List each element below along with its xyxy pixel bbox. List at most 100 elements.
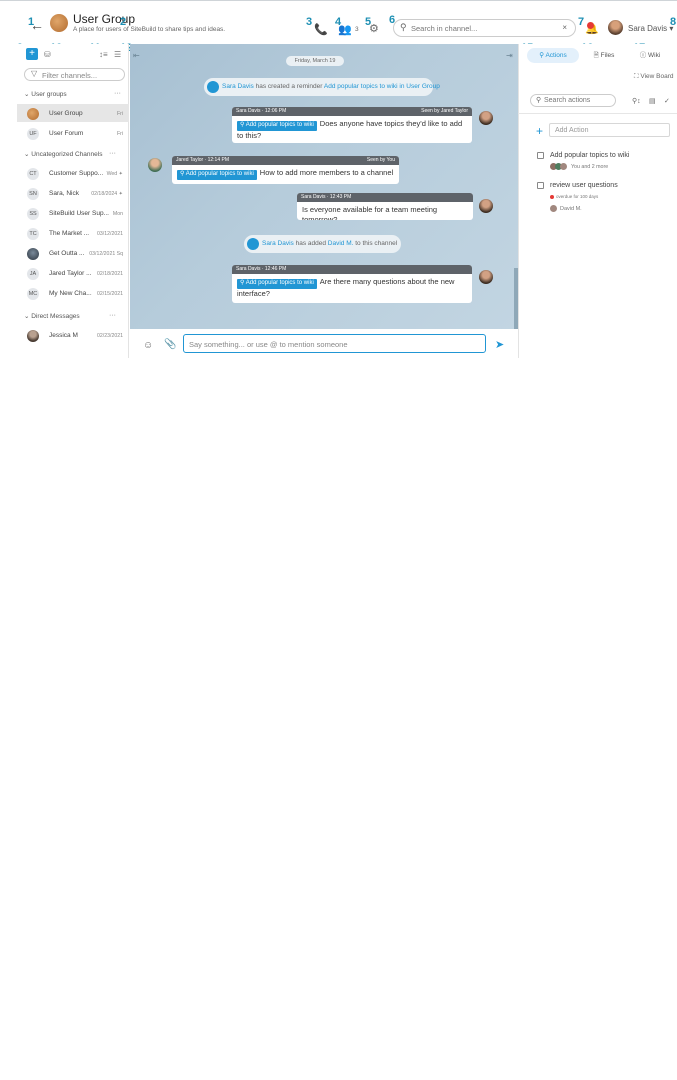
message-bubble[interactable]: Sara Davis · 12:46 PM ⚲ Add popular topi…	[232, 265, 472, 303]
action-tag[interactable]: ⚲ Add popular topics to wiki	[237, 121, 317, 131]
filter-list-icon[interactable]: ☰	[114, 50, 121, 59]
sender-avatar	[479, 111, 493, 125]
message-input[interactable]: Say something... or use @ to mention som…	[183, 334, 486, 353]
marker-4: 4	[335, 16, 342, 28]
actor-link[interactable]: Sara Davis	[262, 240, 294, 247]
search-icon: ⚲	[400, 22, 407, 32]
sort-actions-icon[interactable]: ⚲↕	[632, 97, 641, 105]
dm-row[interactable]: Jessica M 02/23/2021	[17, 326, 129, 344]
action-title[interactable]: Add popular topics to wiki	[550, 152, 629, 159]
channel-date: Mon	[112, 211, 123, 217]
lightbulb-icon: ⚲	[539, 52, 544, 59]
channel-avatar	[27, 108, 39, 120]
group-icon	[247, 238, 259, 250]
section-uncategorized[interactable]: ⌄ Uncategorized Channels ···	[24, 150, 129, 162]
collapse-right-icon[interactable]: ⇥	[506, 51, 513, 60]
clear-search-icon[interactable]: ×	[562, 23, 567, 32]
channel-row[interactable]: UF User Forum Fri	[17, 124, 129, 142]
tab-wiki[interactable]: ⓘ Wiki	[630, 48, 670, 63]
user-menu[interactable]: Sara Davis ▾	[628, 24, 673, 33]
message-header: Sara Davis · 12:43 PM	[297, 193, 473, 202]
action-tag[interactable]: ⚲ Add popular topics to wiki	[177, 170, 257, 180]
search-placeholder: Search in channel...	[411, 24, 478, 33]
add-action-input[interactable]: Add Action	[549, 123, 670, 137]
message-header: Sara Davis · 12:46 PM	[232, 265, 472, 274]
add-action-plus-icon[interactable]: +	[536, 124, 543, 138]
channel-name: Jared Taylor ...	[49, 270, 92, 277]
section-direct-messages[interactable]: ⌄ Direct Messages ···	[24, 312, 129, 324]
pin-icon: ✦	[118, 171, 123, 177]
filter-placeholder: Filter channels...	[42, 71, 98, 80]
channel-row[interactable]: User Group Fri	[17, 104, 129, 122]
user-avatar[interactable]	[608, 20, 623, 35]
calendar-icon[interactable]: ▤	[649, 97, 656, 105]
message-bubble[interactable]: Sara Davis · 12:43 PM Is everyone availa…	[297, 193, 473, 220]
message-bubble[interactable]: Sara Davis · 12:06 PM Seen by Jared Taylo…	[232, 107, 472, 143]
search-icon: ⚲	[536, 97, 542, 104]
channel-name: SiteBuild User Sup...	[49, 210, 109, 217]
channel-row[interactable]: CT Customer Suppo... Wed ✦	[17, 164, 129, 182]
phone-icon[interactable]: 📞	[314, 23, 328, 36]
channel-search-input[interactable]: ⚲ Search in channel... ×	[393, 19, 576, 37]
attachment-icon[interactable]: 📎	[164, 339, 176, 350]
tab-files[interactable]: 🗎 Files	[584, 48, 624, 63]
more-options-icon[interactable]: ···	[114, 90, 121, 97]
filter-channels-input[interactable]: ▽ Filter channels...	[24, 68, 125, 81]
channel-avatar: UF	[27, 128, 39, 140]
message-header: Jared Taylor · 12:14 PM Seen by You	[172, 156, 399, 165]
message-body: ⚲ Add popular topics to wiki Does anyone …	[237, 119, 463, 140]
action-title[interactable]: review user questions	[550, 182, 618, 189]
message-bubble[interactable]: Jared Taylor · 12:14 PM Seen by You ⚲ Add…	[172, 156, 399, 184]
channel-row[interactable]: SN Sara, Nick 02/18/2024 ✦	[17, 184, 129, 202]
member-link[interactable]: David M.	[328, 240, 354, 247]
channel-name: My New Cha...	[49, 290, 92, 297]
channel-row[interactable]: JA Jared Taylor ... 02/18/2021	[17, 264, 129, 282]
channel-date: 02/18/2024 ✦	[91, 191, 123, 197]
message-header: Sara Davis · 12:06 PM Seen by Jared Taylo…	[232, 107, 472, 116]
send-icon[interactable]: ➤	[495, 338, 504, 351]
info-icon: ⓘ	[639, 52, 647, 59]
channel-name: User Forum	[49, 130, 84, 137]
overdue-text: overdue for 100 days	[556, 194, 599, 199]
overdue-dot	[550, 195, 554, 199]
chevron-down-icon: ⌄	[24, 313, 30, 320]
channel-row[interactable]: TC The Market ... 03/12/2021	[17, 224, 129, 242]
action-checkbox[interactable]	[537, 182, 544, 189]
channel-date: Fri	[116, 131, 123, 137]
channel-row[interactable]: Get Outta ... 03/12/2021 Sq	[17, 244, 129, 262]
view-board-button[interactable]: ⛶ View Board	[634, 73, 674, 81]
action-tag[interactable]: ⚲ Add popular topics to wiki	[237, 279, 317, 289]
add-channel-button[interactable]: +	[26, 48, 38, 60]
message-body: Is everyone available for a team meeting…	[302, 205, 438, 220]
more-options-icon[interactable]: ···	[109, 312, 116, 319]
channel-row[interactable]: MC My New Cha... 02/15/2021	[17, 284, 129, 302]
dm-avatar	[27, 330, 39, 342]
channel-stack-icon[interactable]: ⛁	[44, 50, 51, 59]
dm-date: 02/23/2021	[97, 333, 123, 339]
search-actions-input[interactable]: ⚲ Search actions	[530, 94, 616, 107]
marker-8: 8	[670, 16, 677, 28]
chevron-down-icon: ⌄	[24, 91, 30, 98]
reminder-link[interactable]: Add popular topics to wiki in User Group	[324, 83, 440, 90]
group-description: A place for users of SiteBuild to share …	[73, 26, 226, 33]
group-icon	[207, 81, 219, 93]
tab-actions[interactable]: ⚲ Actions	[527, 48, 579, 63]
date-divider: Friday, March 19	[286, 56, 344, 66]
checkmark-icon[interactable]: ✓	[664, 97, 670, 105]
message-body: ⚲ Add popular topics to wiki Are there ma…	[237, 277, 455, 298]
emoji-icon[interactable]: ☺	[143, 340, 153, 351]
marker-5: 5	[365, 16, 372, 28]
channel-name: Get Outta ...	[49, 250, 85, 257]
more-options-icon[interactable]: ···	[109, 150, 116, 157]
action-checkbox[interactable]	[537, 152, 544, 159]
collapse-left-icon[interactable]: ⇤	[133, 51, 140, 60]
channel-name: Customer Suppo...	[49, 170, 104, 177]
channel-row[interactable]: SS SiteBuild User Sup... Mon	[17, 204, 129, 222]
system-message: Sara Davis has created a reminder Add po…	[204, 78, 440, 96]
channel-avatar	[27, 248, 39, 260]
sort-list-icon[interactable]: ↕≡	[99, 50, 108, 59]
section-user-groups[interactable]: ⌄ User groups ···	[24, 90, 129, 102]
actor-link[interactable]: Sara Davis	[222, 83, 254, 90]
channel-date: Wed ✦	[106, 171, 123, 177]
channel-date: 02/18/2021	[97, 271, 123, 277]
